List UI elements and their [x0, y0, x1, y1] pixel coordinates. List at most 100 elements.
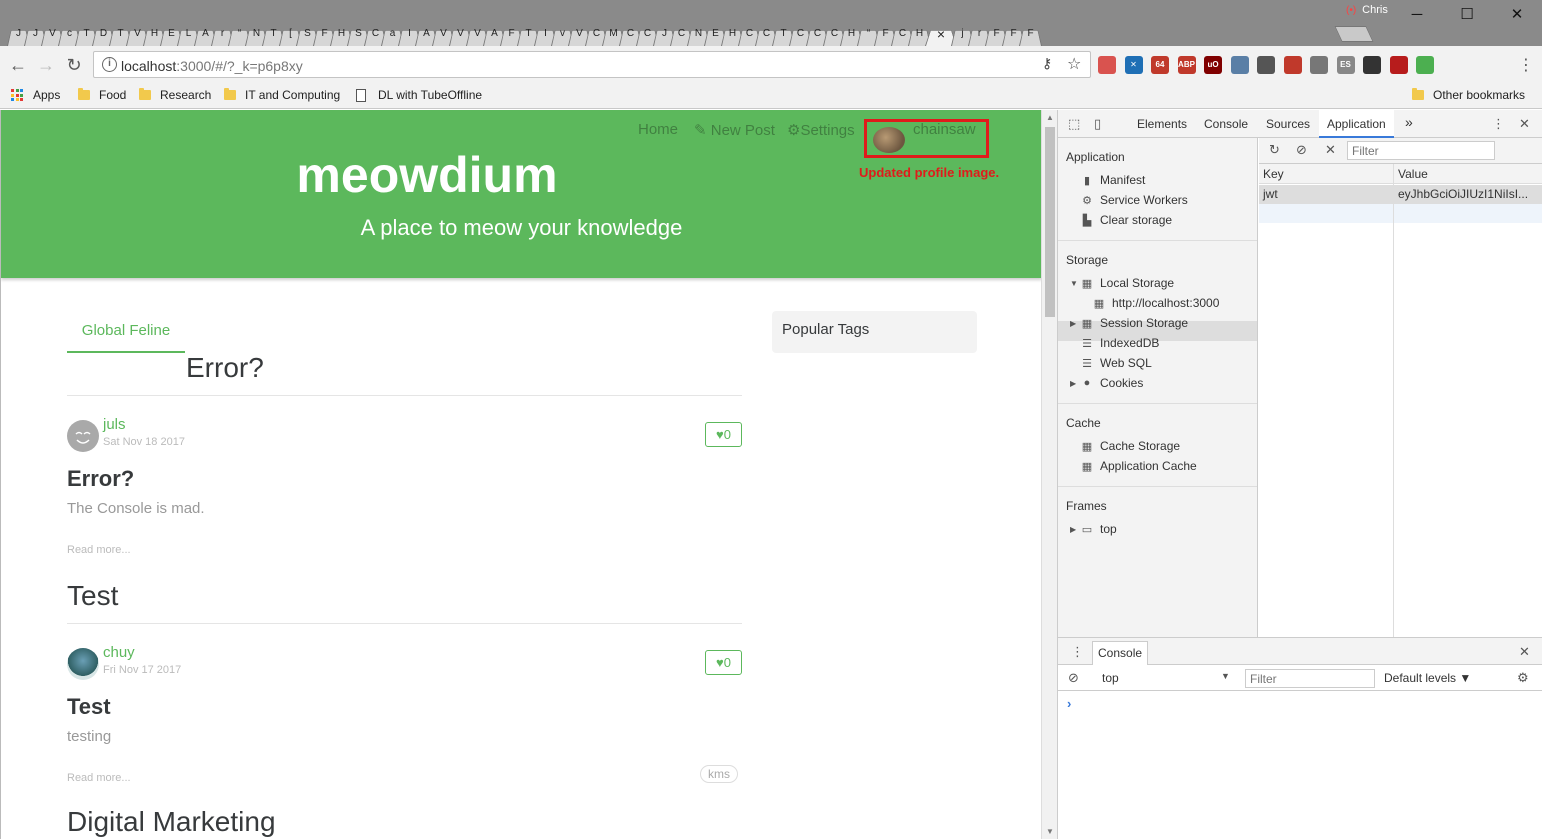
cell-value[interactable]: eyJhbGciOiJIUzI1NiIsI... — [1394, 185, 1542, 204]
sidebar-item-service-workers[interactable]: ⚙ Service Workers — [1080, 193, 1188, 207]
extension-icon[interactable] — [1257, 56, 1275, 74]
sidebar-item-indexeddb[interactable]: ☰ IndexedDB — [1080, 336, 1159, 350]
log-levels-select[interactable]: Default levels ▼ — [1384, 671, 1471, 685]
favorite-button[interactable]: ♥0 — [705, 422, 742, 447]
extension-icon[interactable] — [1230, 56, 1249, 74]
article-title[interactable]: Error? — [67, 466, 134, 492]
sidebar-item-application-cache[interactable]: ▦ Application Cache — [1080, 459, 1197, 473]
bookmark-other[interactable]: Other bookmarks — [1412, 88, 1525, 102]
context-selector[interactable]: top — [1102, 671, 1119, 685]
sidebar-item-localhost-origin[interactable]: ▦ http://localhost:3000 — [1092, 296, 1220, 310]
bookmark-food[interactable]: Food — [78, 88, 126, 102]
console-settings-icon[interactable]: ⚙ — [1517, 670, 1529, 686]
drawer-tab-console[interactable]: Console — [1092, 641, 1149, 665]
extension-icon[interactable] — [1363, 56, 1381, 74]
avatar[interactable] — [67, 420, 99, 452]
sidebar-item-frame-top[interactable]: ▶ ▭ top — [1070, 522, 1117, 536]
refresh-icon[interactable]: ↻ — [1269, 142, 1280, 158]
sidebar-item-cookies[interactable]: ▶ ● Cookies — [1070, 376, 1143, 390]
article-description[interactable]: testing — [67, 728, 111, 745]
close-tab-icon[interactable]: × — [937, 26, 945, 42]
console-filter-input[interactable] — [1245, 669, 1375, 688]
drawer-menu-icon[interactable]: ⋮ — [1071, 644, 1084, 660]
read-more-link[interactable]: Read more... — [67, 544, 131, 556]
back-icon[interactable]: ← — [8, 55, 28, 75]
extension-icon[interactable]: ES — [1336, 56, 1355, 74]
inspect-icon[interactable]: ⬚ — [1068, 116, 1080, 132]
table-row[interactable]: jwt eyJhbGciOiJIUzI1NiIsI... — [1259, 185, 1542, 204]
extension-icon[interactable] — [1283, 56, 1302, 74]
extension-icon[interactable] — [1416, 56, 1434, 74]
console-prompt[interactable]: › — [1067, 696, 1071, 711]
scroll-down-icon[interactable]: ▼ — [1046, 827, 1054, 836]
nav-new-post[interactable]: ✎ New Post — [694, 121, 775, 139]
device-toolbar-icon[interactable]: ▯ — [1094, 116, 1101, 132]
sidebar-item-local-storage[interactable]: ▼ ▦ Local Storage — [1070, 276, 1174, 290]
key-icon[interactable]: ⚷ — [1042, 55, 1052, 72]
expand-arrow-icon[interactable]: ▶ — [1070, 525, 1076, 534]
bookmark-dl-with-tubeoffline[interactable]: DL with TubeOffline — [356, 88, 482, 102]
profile-badge[interactable]: (•) Chris — [1346, 4, 1388, 16]
storage-filter-input[interactable] — [1347, 141, 1495, 160]
extension-icon[interactable] — [1310, 56, 1328, 74]
expand-arrow-icon[interactable]: ▶ — [1070, 379, 1076, 388]
nav-home[interactable]: Home — [638, 121, 678, 138]
cell-key[interactable]: jwt — [1259, 185, 1393, 204]
extension-icon[interactable]: 64 — [1151, 56, 1169, 74]
scroll-up-icon[interactable]: ▲ — [1046, 113, 1054, 122]
read-more-link[interactable]: Read more... — [67, 772, 131, 784]
column-header-key[interactable]: Key — [1259, 164, 1393, 184]
scroll-thumb[interactable] — [1045, 127, 1055, 317]
browser-tab[interactable]: F — [1022, 22, 1039, 46]
bookmark-research[interactable]: Research — [139, 88, 211, 102]
more-tabs-icon[interactable]: » — [1405, 114, 1413, 130]
sidebar-item-web-sql[interactable]: ☰ Web SQL — [1080, 356, 1152, 370]
article-description[interactable]: The Console is mad. — [67, 500, 205, 517]
extension-icon[interactable] — [1098, 56, 1116, 74]
site-info-icon[interactable]: i — [102, 57, 117, 72]
expand-arrow-icon[interactable]: ▼ — [1070, 279, 1078, 288]
clear-all-icon[interactable]: ⊘ — [1296, 142, 1307, 158]
empty-row[interactable] — [1259, 204, 1542, 223]
sidebar-item-clear-storage[interactable]: ▙ Clear storage — [1080, 213, 1172, 227]
reload-icon[interactable]: ↻ — [64, 55, 84, 75]
clear-console-icon[interactable]: ⊘ — [1068, 670, 1079, 686]
sidebar-item-manifest[interactable]: ▮ Manifest — [1080, 173, 1145, 187]
sidebar-item-cache-storage[interactable]: ▦ Cache Storage — [1080, 439, 1180, 453]
favorite-button[interactable]: ♥0 — [705, 650, 742, 675]
chrome-menu-icon[interactable]: ⋮ — [1518, 55, 1534, 75]
forward-icon[interactable]: → — [36, 55, 56, 75]
page-scrollbar[interactable]: ▲ ▼ — [1041, 110, 1057, 839]
devtools-menu-icon[interactable]: ⋮ — [1492, 116, 1505, 132]
sidebar-item-session-storage[interactable]: ▶ ▦ Session Storage — [1070, 316, 1188, 330]
tab-application[interactable]: Application — [1319, 110, 1394, 138]
column-header-value[interactable]: Value — [1394, 164, 1542, 184]
new-tab-button[interactable] — [1334, 26, 1374, 42]
bookmark-apps[interactable]: Apps — [11, 88, 60, 102]
close-window-icon[interactable]: ✕ — [1492, 0, 1542, 30]
tab-console[interactable]: Console — [1204, 117, 1248, 131]
maximize-icon[interactable]: ☐ — [1442, 0, 1492, 30]
expand-arrow-icon[interactable]: ▶ — [1070, 319, 1076, 328]
extension-icon[interactable]: ABP — [1177, 56, 1196, 74]
dropdown-arrow-icon[interactable]: ▼ — [1221, 671, 1230, 681]
browser-tab-active[interactable]: × — [928, 22, 954, 46]
article-author[interactable]: chuy — [103, 644, 135, 661]
minimize-icon[interactable]: ─ — [1392, 0, 1442, 30]
tab-elements[interactable]: Elements — [1137, 117, 1187, 131]
avatar[interactable] — [67, 648, 99, 680]
bookmark-star-icon[interactable]: ☆ — [1067, 54, 1081, 74]
extension-icon[interactable] — [1389, 56, 1408, 74]
bookmark-it-and-computing[interactable]: IT and Computing — [224, 88, 340, 102]
delete-selected-icon[interactable]: ✕ — [1325, 142, 1336, 158]
tab-global-feed[interactable]: Global Feline — [67, 308, 185, 353]
nav-profile[interactable]: chainsaw — [913, 121, 976, 138]
extension-icon[interactable]: uO — [1204, 56, 1222, 74]
close-devtools-icon[interactable]: ✕ — [1519, 116, 1530, 132]
tab-sources[interactable]: Sources — [1266, 117, 1310, 131]
profile-avatar[interactable] — [873, 127, 905, 153]
extension-icon[interactable]: ✕ — [1124, 56, 1143, 74]
address-bar[interactable]: i localhost:3000/#/?_k=p6p8xy ⚷ ☆ — [93, 51, 1091, 78]
tag-pill[interactable]: kms — [700, 765, 738, 783]
article-author[interactable]: juls — [103, 416, 126, 433]
